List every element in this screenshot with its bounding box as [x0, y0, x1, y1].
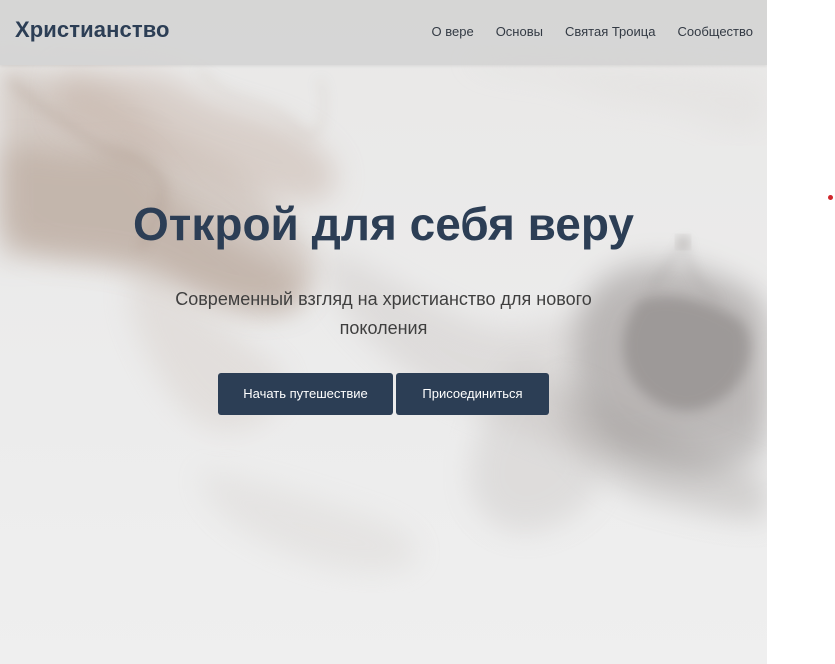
hero-section: Открой для себя веру Современный взгляд … [0, 190, 767, 415]
join-button[interactable]: Присоединиться [396, 373, 549, 415]
hero-subtitle: Современный взгляд на христианство для н… [175, 289, 592, 338]
hero-buttons: Начать путешествие Присоединиться [0, 373, 767, 415]
red-dot-marker [828, 195, 833, 200]
hero-title: Открой для себя веру [133, 198, 634, 250]
site-logo[interactable]: Христианство [15, 17, 170, 43]
nav-link-about-faith[interactable]: О вере [432, 24, 474, 39]
nav-link-community[interactable]: Сообщество [677, 24, 753, 39]
page-viewport: Христианство О вере Основы Святая Троица… [0, 0, 767, 664]
nav-link-basics[interactable]: Основы [496, 24, 543, 39]
start-journey-button[interactable]: Начать путешествие [218, 373, 393, 415]
nav-link-holy-trinity[interactable]: Святая Троица [565, 24, 656, 39]
nav-menu: О вере Основы Святая Троица Сообщество [432, 24, 754, 39]
top-navbar: Христианство О вере Основы Святая Троица… [0, 0, 767, 65]
